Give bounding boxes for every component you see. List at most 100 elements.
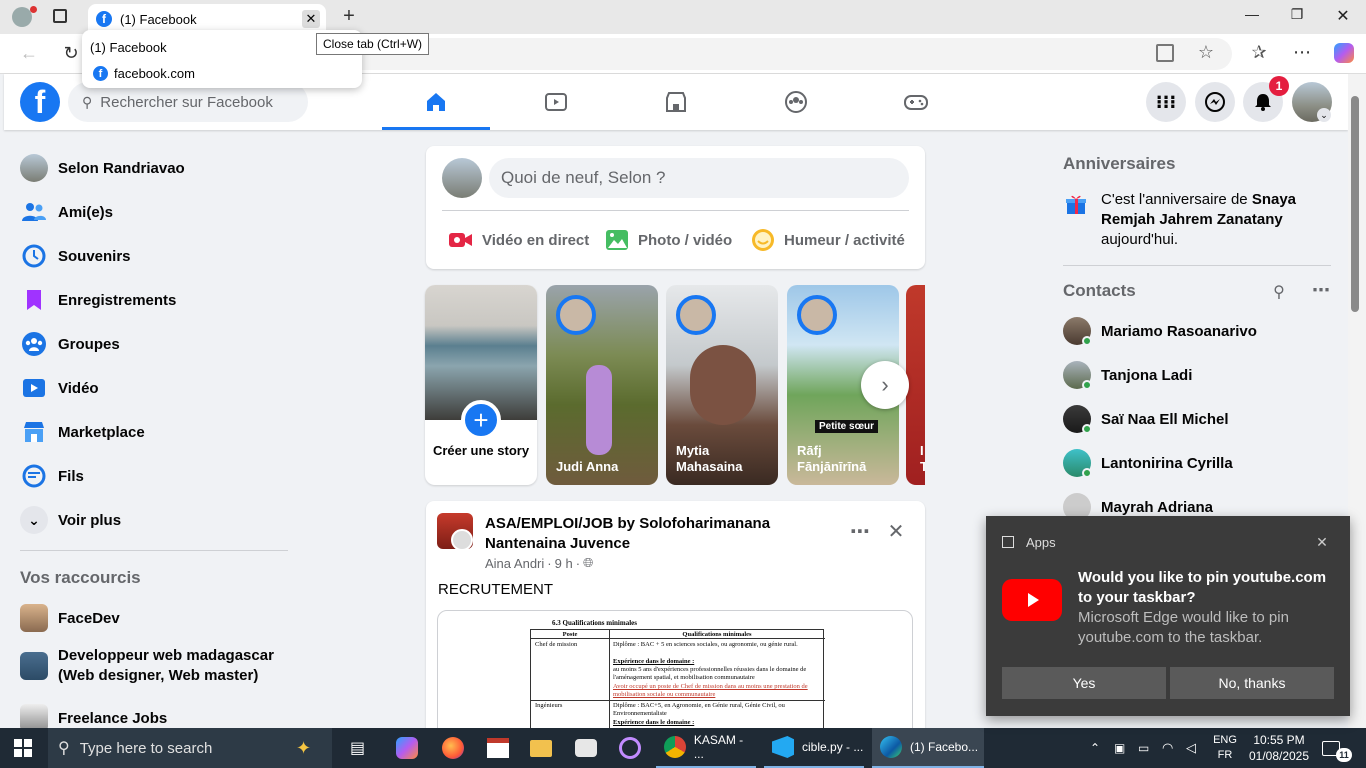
language-indicator[interactable]: ENG FR <box>1212 728 1238 768</box>
notification-count-badge: 11 <box>1336 748 1352 762</box>
popup-no-thanks-button[interactable]: No, thanks <box>1170 667 1334 699</box>
favorite-star-icon[interactable]: ☆ <box>1196 42 1216 62</box>
contacts-search-icon[interactable]: ⚲ <box>1268 282 1290 302</box>
feeling-activity-button[interactable]: Humeur / activité <box>750 226 905 254</box>
close-tab-icon[interactable]: ✕ <box>302 10 320 28</box>
profile-icon[interactable] <box>12 7 32 27</box>
story-name: I T <box>920 443 925 474</box>
notification-center-button[interactable]: 11 <box>1322 728 1352 768</box>
battery-icon[interactable]: ▭ <box>1138 728 1154 768</box>
minimize-icon[interactable]: — <box>1240 6 1264 28</box>
taskbar-app-vscode[interactable]: cible.py - ... <box>764 728 864 768</box>
home-tab[interactable] <box>382 74 490 130</box>
sidebar-item-feeds[interactable]: Fils <box>20 456 84 496</box>
sidebar-item-label: Enregistrements <box>58 291 177 309</box>
more-icon[interactable]: ⋯ <box>1292 42 1312 62</box>
post-author[interactable]: Aina Andri <box>485 556 544 571</box>
marketplace-tab[interactable] <box>622 74 730 130</box>
gift-icon <box>1065 193 1087 215</box>
shortcut-label: FaceDev <box>58 609 120 627</box>
hide-post-icon[interactable]: ✕ <box>884 519 908 543</box>
restore-icon[interactable]: ❐ <box>1285 6 1309 28</box>
story-name: Mytia Mahasaina <box>676 443 743 474</box>
post-options-icon[interactable]: ⋯ <box>846 519 874 543</box>
popup-yes-button[interactable]: Yes <box>1002 667 1166 699</box>
wifi-icon[interactable]: ◠ <box>1162 728 1180 768</box>
page-scrollbar[interactable] <box>1348 74 1366 728</box>
search-highlight-icon: ✦ <box>296 738 312 758</box>
shortcut-item[interactable]: Developpeur web madagascar (Web designer… <box>20 646 290 690</box>
gaming-tab[interactable] <box>862 74 970 130</box>
sidebar-item-memories[interactable]: Souvenirs <box>20 236 131 276</box>
account-chevron-icon[interactable]: ⌄ <box>1317 108 1331 122</box>
copilot-taskbar-icon[interactable] <box>396 728 420 768</box>
file-explorer-icon[interactable] <box>530 728 554 768</box>
contact-item[interactable]: Saï Naa Ell Michel <box>1063 401 1229 437</box>
new-tab-icon[interactable]: + <box>338 5 360 27</box>
marketplace-icon <box>20 418 48 446</box>
contacts-options-icon[interactable]: ⋯ <box>1309 280 1333 300</box>
sidebar-item-see-more[interactable]: ⌄ Voir plus <box>20 500 121 540</box>
start-button[interactable] <box>14 728 34 768</box>
story-card[interactable]: Mytia Mahasaina <box>666 285 778 485</box>
composer-input[interactable]: Quoi de neuf, Selon ? <box>489 158 909 198</box>
shortcut-thumbnail <box>20 604 48 632</box>
messenger-button[interactable] <box>1195 82 1235 122</box>
media-app-icon[interactable] <box>619 728 643 768</box>
facebook-search-input[interactable]: ⚲ Rechercher sur Facebook <box>68 82 308 122</box>
calendar-app-icon[interactable] <box>487 728 511 768</box>
contact-avatar <box>1063 361 1092 390</box>
apps-available-icon[interactable] <box>1156 44 1174 62</box>
sidebar-item-marketplace[interactable]: Marketplace <box>20 412 145 452</box>
post-page-name[interactable]: ASA/EMPLOI/JOB by Solofoharimanana Nante… <box>485 514 845 554</box>
facebook-logo[interactable]: f <box>20 82 60 122</box>
task-view-icon[interactable]: ▤ <box>350 728 372 768</box>
popup-close-icon[interactable]: ✕ <box>1314 534 1330 550</box>
sidebar-item-saved[interactable]: Enregistrements <box>20 280 176 320</box>
clock[interactable]: 10:55 PM 01/08/2025 <box>1248 728 1310 768</box>
tab-actions-icon[interactable] <box>53 9 67 23</box>
author-avatar[interactable] <box>451 529 473 551</box>
reload-icon[interactable]: ↻ <box>60 42 82 64</box>
birthday-text[interactable]: C'est l'anniversaire de Snaya Remjah Jah… <box>1101 190 1331 250</box>
firefox-icon[interactable] <box>442 728 466 768</box>
post-image[interactable]: 6.3 Qualifications minimales Poste Quali… <box>437 610 913 741</box>
sidebar-item-groups[interactable]: Groupes <box>20 324 120 364</box>
tab-title: (1) Facebook <box>120 11 197 27</box>
language-code: ENG <box>1213 734 1237 746</box>
photo-video-button[interactable]: Photo / vidéo <box>604 226 732 254</box>
volume-icon[interactable]: ◁ <box>1186 728 1204 768</box>
favorites-icon[interactable]: ✰ <box>1249 42 1269 62</box>
contact-item[interactable]: Lantonirina Cyrilla <box>1063 445 1233 481</box>
snipping-tool-icon[interactable] <box>575 728 599 768</box>
story-card[interactable]: Judi Anna <box>546 285 658 485</box>
menu-button[interactable]: ⁝⁝⁝ <box>1146 82 1186 122</box>
taskbar-app-edge[interactable]: (1) Facebo... <box>872 728 984 768</box>
online-indicator <box>1082 336 1092 346</box>
copilot-icon[interactable] <box>1334 43 1354 63</box>
windows-taskbar: ⚲ Type here to search ✦ ▤ KASAM - ... ci… <box>0 728 1366 768</box>
post-time[interactable]: 9 h <box>555 556 573 571</box>
sidebar-item-profile[interactable]: Selon Randriavao <box>20 148 185 188</box>
shortcut-item[interactable]: FaceDev <box>20 598 120 638</box>
sidebar-item-friends[interactable]: Ami(e)s <box>20 192 113 232</box>
story-avatar <box>556 295 596 335</box>
stories-next-button[interactable]: › <box>861 361 909 409</box>
contact-item[interactable]: Mariamo Rasoanarivo <box>1063 313 1257 349</box>
back-icon[interactable]: ← <box>18 42 40 64</box>
device-icon[interactable]: ▣ <box>1114 728 1130 768</box>
sidebar-item-video[interactable]: Vidéo <box>20 368 99 408</box>
taskbar-search-box[interactable]: ⚲ Type here to search ✦ <box>48 728 332 768</box>
contact-item[interactable]: Tanjona Ladi <box>1063 357 1192 393</box>
video-tab[interactable] <box>502 74 610 130</box>
close-window-icon[interactable]: ✕ <box>1331 6 1355 28</box>
sidebar-item-label: Groupes <box>58 335 120 353</box>
show-hidden-icons[interactable]: ⌃ <box>1090 728 1104 768</box>
taskbar-app-chrome[interactable]: KASAM - ... <box>656 728 756 768</box>
bell-icon <box>1255 94 1271 111</box>
messenger-icon <box>1205 92 1225 112</box>
groups-tab[interactable] <box>742 74 850 130</box>
scrollbar-thumb[interactable] <box>1351 96 1359 312</box>
create-story-card[interactable]: + Créer une story <box>425 285 537 485</box>
live-video-button[interactable]: Vidéo en direct <box>448 226 589 254</box>
